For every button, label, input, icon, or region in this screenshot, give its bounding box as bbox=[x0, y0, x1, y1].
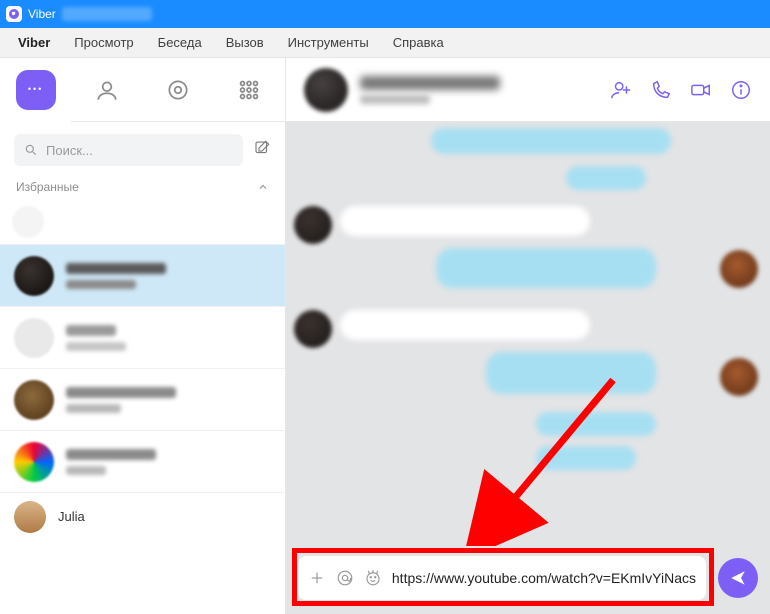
favorites-header[interactable]: Избранные bbox=[0, 174, 285, 200]
avatar bbox=[14, 318, 54, 358]
avatar bbox=[14, 442, 54, 482]
message-bubble-incoming bbox=[340, 310, 590, 340]
chat-icon: ••• bbox=[16, 70, 56, 110]
add-contact-icon[interactable] bbox=[610, 79, 632, 101]
plus-icon[interactable] bbox=[308, 569, 326, 587]
avatar bbox=[14, 501, 46, 533]
header-contact-status-blurred bbox=[360, 95, 430, 104]
search-input[interactable]: Поиск... bbox=[14, 134, 243, 166]
menu-chat[interactable]: Беседа bbox=[146, 28, 214, 57]
menu-help[interactable]: Справка bbox=[381, 28, 456, 57]
message-bubble-outgoing bbox=[486, 352, 656, 394]
tab-more[interactable] bbox=[214, 58, 285, 121]
list-item[interactable] bbox=[0, 430, 285, 492]
message-avatar bbox=[294, 206, 332, 244]
message-input-text: https://www.youtube.com/watch?v=EKmIvYiN… bbox=[392, 570, 696, 586]
message-bubble-incoming bbox=[340, 206, 590, 236]
chat-list: Julia bbox=[0, 244, 285, 614]
message-bubble-outgoing bbox=[431, 128, 671, 154]
list-item[interactable] bbox=[0, 306, 285, 368]
menubar: Viber Просмотр Беседа Вызов Инструменты … bbox=[0, 28, 770, 58]
titlebar: Viber bbox=[0, 0, 770, 28]
chat-preview-blurred bbox=[66, 280, 136, 289]
tab-contacts[interactable] bbox=[71, 58, 142, 121]
message-input[interactable]: https://www.youtube.com/watch?v=EKmIvYiN… bbox=[298, 556, 706, 600]
input-area: https://www.youtube.com/watch?v=EKmIvYiN… bbox=[286, 546, 770, 614]
message-bubble-outgoing bbox=[536, 412, 656, 436]
message-bubble-outgoing bbox=[436, 248, 656, 288]
sidebar-tabs: ••• bbox=[0, 58, 285, 122]
tab-discover[interactable] bbox=[142, 58, 213, 121]
discover-icon bbox=[165, 77, 191, 103]
list-item[interactable]: Julia bbox=[0, 492, 285, 540]
chat-header bbox=[286, 58, 770, 122]
sticker-icon[interactable] bbox=[364, 569, 382, 587]
message-bubble-outgoing bbox=[566, 166, 646, 190]
call-icon[interactable] bbox=[650, 79, 672, 101]
favorite-avatar[interactable] bbox=[12, 206, 44, 238]
compose-icon bbox=[253, 139, 271, 157]
menu-call[interactable]: Вызов bbox=[214, 28, 276, 57]
info-icon[interactable] bbox=[730, 79, 752, 101]
video-call-icon[interactable] bbox=[690, 79, 712, 101]
menu-viber[interactable]: Viber bbox=[6, 28, 62, 57]
viber-icon bbox=[8, 8, 20, 20]
tab-chats[interactable]: ••• bbox=[0, 58, 71, 121]
send-button[interactable] bbox=[718, 558, 758, 598]
chat-name-blurred bbox=[66, 325, 116, 336]
message-avatar bbox=[720, 250, 758, 288]
chat-preview-blurred bbox=[66, 342, 126, 351]
message-avatar bbox=[294, 310, 332, 348]
chat-name-blurred bbox=[66, 263, 166, 274]
chat-preview-blurred bbox=[66, 466, 106, 475]
compose-button[interactable] bbox=[253, 139, 271, 162]
app-title: Viber bbox=[28, 7, 56, 21]
message-avatar bbox=[720, 358, 758, 396]
message-bubble-outgoing bbox=[536, 446, 636, 470]
conversation-panel: https://www.youtube.com/watch?v=EKmIvYiN… bbox=[286, 58, 770, 614]
header-contact-name-blurred bbox=[360, 76, 500, 90]
sidebar: ••• Поиск... bbox=[0, 58, 286, 614]
chevron-up-icon bbox=[257, 181, 269, 193]
menu-view[interactable]: Просмотр bbox=[62, 28, 145, 57]
search-placeholder: Поиск... bbox=[46, 143, 93, 158]
menu-tools[interactable]: Инструменты bbox=[276, 28, 381, 57]
more-grid-icon bbox=[236, 77, 262, 103]
chat-name: Julia bbox=[58, 509, 271, 524]
search-icon bbox=[24, 143, 38, 157]
chat-name-blurred bbox=[66, 387, 176, 398]
chat-name-blurred bbox=[66, 449, 156, 460]
messages-area[interactable] bbox=[286, 122, 770, 546]
contact-icon bbox=[94, 77, 120, 103]
list-item[interactable] bbox=[0, 244, 285, 306]
header-avatar[interactable] bbox=[304, 68, 348, 112]
chat-preview-blurred bbox=[66, 404, 121, 413]
send-icon bbox=[729, 569, 747, 587]
avatar bbox=[14, 256, 54, 296]
favorites-label: Избранные bbox=[16, 180, 79, 194]
app-logo bbox=[6, 6, 22, 22]
avatar bbox=[14, 380, 54, 420]
mention-icon[interactable] bbox=[336, 569, 354, 587]
titlebar-subtitle-blurred bbox=[62, 7, 152, 21]
favorites-row bbox=[0, 200, 285, 244]
list-item[interactable] bbox=[0, 368, 285, 430]
